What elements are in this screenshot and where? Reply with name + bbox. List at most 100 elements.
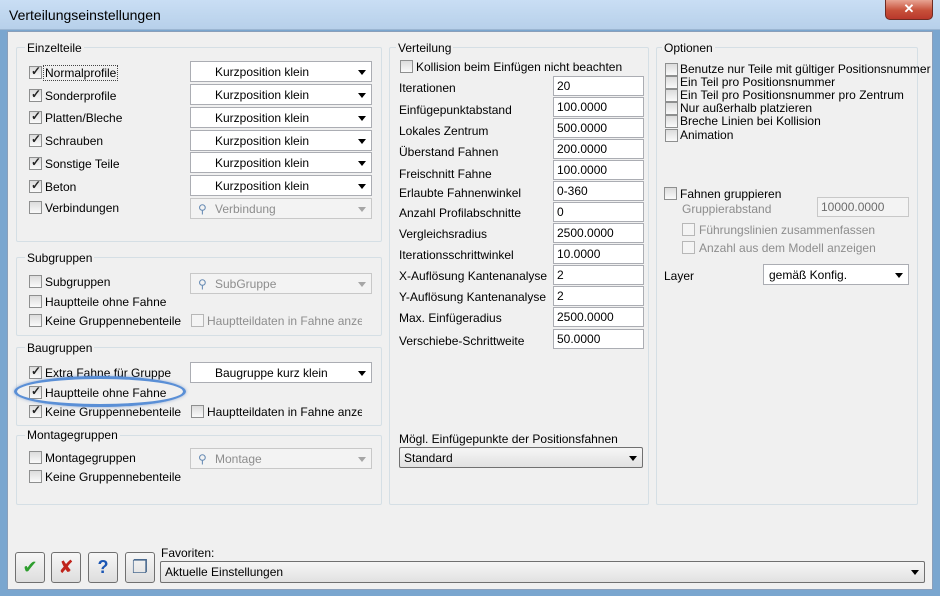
beton-combo[interactable]: Kurzposition klein <box>190 175 372 196</box>
close-button[interactable]: ✕ <box>885 0 933 20</box>
field-label: Verschiebe-Schrittweite <box>399 334 525 348</box>
bau-hauptteildaten-checkbox[interactable] <box>191 405 204 418</box>
iterationen-input[interactable]: 20 <box>553 76 644 96</box>
gruppierabstand-input: 10000.0000 <box>817 197 909 217</box>
schrauben-label: Schrauben <box>45 134 104 148</box>
field-label: X-Auflösung Kantenanalyse <box>399 269 548 283</box>
window-title: Verteilungseinstellungen <box>9 7 161 23</box>
layer-combo[interactable]: gemäß Konfig. <box>763 264 909 285</box>
fahnen-gruppieren-checkbox[interactable] <box>664 187 677 200</box>
option-checkbox[interactable] <box>665 63 678 76</box>
platten-combo[interactable]: Kurzposition klein <box>190 107 372 128</box>
sub-hauptteildaten-label: Hauptteildaten in Fahne anzeigen <box>207 314 362 328</box>
wrench-icon: ⚲ <box>198 452 207 466</box>
beton-checkbox[interactable] <box>29 178 42 193</box>
cancel-button[interactable]: ✘ <box>51 552 81 583</box>
chevron-down-icon <box>911 570 919 575</box>
sonstige-teile-combo[interactable]: Kurzposition klein <box>190 152 372 173</box>
sub-keine-label: Keine Gruppennebenteile <box>45 314 182 328</box>
schrauben-combo[interactable]: Kurzposition klein <box>190 130 372 151</box>
extra-fahne-checkbox[interactable] <box>29 364 42 379</box>
option-checkbox[interactable] <box>665 115 678 128</box>
mont-keine-label: Keine Gruppennebenteile <box>45 470 182 484</box>
vergleichsradius-input[interactable]: 2500.0000 <box>553 223 644 243</box>
x-aufloesung-input[interactable]: 2 <box>553 265 644 285</box>
schrittweite-input[interactable]: 50.0000 <box>553 329 644 349</box>
subgruppen-checkbox[interactable] <box>29 275 42 288</box>
anzahl-modell-label: Anzahl aus dem Modell anzeigen <box>699 241 876 255</box>
field-label: Vergleichsradius <box>399 227 488 241</box>
gruppierabstand-label: Gruppierabstand <box>682 202 772 216</box>
platten-checkbox[interactable] <box>29 109 42 124</box>
bau-keine-checkbox[interactable] <box>29 403 42 418</box>
normalprofile-combo-value: Kurzposition klein <box>215 65 310 79</box>
y-aufloesung-input[interactable]: 2 <box>553 286 644 306</box>
iterationsschrittwinkel-input[interactable]: 10.0000 <box>553 244 644 264</box>
freischnitt-fahne-input[interactable]: 100.0000 <box>553 160 644 180</box>
wrench-icon: ⚲ <box>198 202 207 216</box>
ueberstand-fahnen-input[interactable]: 200.0000 <box>553 139 644 159</box>
sonderprofile-checkbox[interactable] <box>29 87 42 102</box>
fahnenwinkel-input[interactable]: 0-360 <box>553 181 644 201</box>
sub-hauptteile-checkbox[interactable] <box>29 295 42 308</box>
option-label: Animation <box>680 128 734 142</box>
option-checkbox[interactable] <box>665 102 678 115</box>
sonderprofile-label: Sonderprofile <box>45 89 117 103</box>
favoriten-value: Aktuelle Einstellungen <box>165 565 284 579</box>
baugruppen-legend: Baugruppen <box>25 341 95 355</box>
favoriten-combo[interactable]: Aktuelle Einstellungen <box>160 561 925 583</box>
kollision-checkbox[interactable] <box>400 60 413 73</box>
einfuegepunktabstand-input[interactable]: 100.0000 <box>553 97 644 117</box>
field-label: Lokales Zentrum <box>399 124 489 138</box>
highlight-ellipse <box>14 376 186 407</box>
cross-icon: ✘ <box>58 557 74 577</box>
max-einfuegeradius-input[interactable]: 2500.0000 <box>553 307 644 327</box>
mont-keine-checkbox[interactable] <box>29 470 42 483</box>
verbindungen-combo: ⚲ Verbindung <box>190 198 372 219</box>
anzahl-modell-checkbox <box>682 241 695 254</box>
chevron-down-icon <box>358 207 366 212</box>
verbindungen-checkbox[interactable] <box>29 201 42 214</box>
sonstige-teile-checkbox[interactable] <box>29 155 42 170</box>
option-checkbox[interactable] <box>665 89 678 102</box>
sonderprofile-combo[interactable]: Kurzposition klein <box>190 84 372 105</box>
help-button[interactable]: ? <box>88 552 118 583</box>
sonstige-teile-label: Sonstige Teile <box>45 157 120 171</box>
montagegruppen-label: Montagegruppen <box>45 451 136 465</box>
wrench-icon: ⚲ <box>198 277 207 291</box>
bau-keine-label: Keine Gruppennebenteile <box>45 405 182 419</box>
question-icon: ? <box>97 557 109 577</box>
baugruppe-combo[interactable]: Baugruppe kurz klein <box>190 362 372 383</box>
profilabschnitte-input[interactable]: 0 <box>553 202 644 222</box>
field-label: Y-Auflösung Kantenanalyse <box>399 290 546 304</box>
lokales-zentrum-input[interactable]: 500.0000 <box>553 118 644 138</box>
layer-value: gemäß Konfig. <box>769 268 848 282</box>
chevron-down-icon <box>358 116 366 121</box>
sub-hauptteildaten-checkbox <box>191 314 204 327</box>
chevron-down-icon <box>895 273 903 278</box>
field-label: Freischnitt Fahne <box>399 167 492 181</box>
sub-keine-checkbox[interactable] <box>29 314 42 327</box>
option-checkbox[interactable] <box>665 76 678 89</box>
normalprofile-label: Normalprofile <box>43 65 119 81</box>
normalprofile-combo[interactable]: Kurzposition klein <box>190 61 372 82</box>
verbindungen-combo-value: Verbindung <box>215 202 276 216</box>
field-label: Anzahl Profilabschnitte <box>399 206 522 220</box>
kollision-label: Kollision beim Einfügen nicht beachten <box>416 60 623 74</box>
normalprofile-checkbox[interactable] <box>29 64 42 79</box>
schrauben-checkbox[interactable] <box>29 132 42 147</box>
montagegruppen-checkbox[interactable] <box>29 451 42 464</box>
copy-button[interactable]: ❐ <box>125 552 155 583</box>
fuehrungslinien-checkbox <box>682 223 695 236</box>
option-label: Breche Linien bei Kollision <box>680 114 821 128</box>
chevron-down-icon <box>629 456 637 461</box>
verbindungen-label: Verbindungen <box>45 201 120 215</box>
ok-button[interactable]: ✔ <box>15 552 45 583</box>
field-label: Iterationsschrittwinkel <box>399 248 514 262</box>
option-checkbox[interactable] <box>665 129 678 142</box>
sonderprofile-combo-value: Kurzposition klein <box>215 88 310 102</box>
einfuegepunkte-combo[interactable]: Standard <box>399 447 643 468</box>
chevron-down-icon <box>358 70 366 75</box>
beton-combo-value: Kurzposition klein <box>215 179 310 193</box>
chevron-down-icon <box>358 184 366 189</box>
